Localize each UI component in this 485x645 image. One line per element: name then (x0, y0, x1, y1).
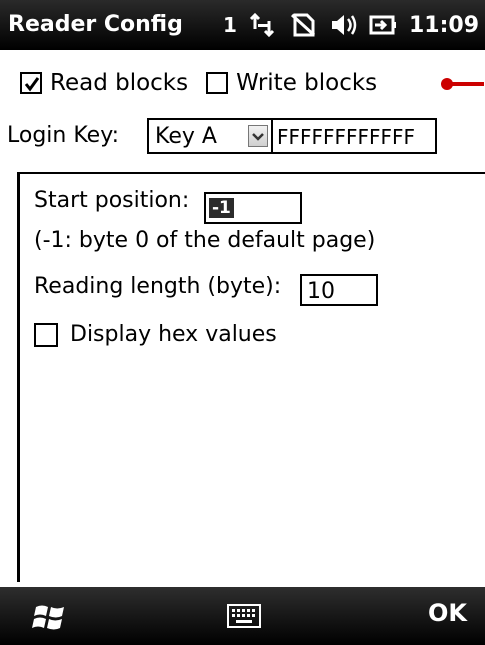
windows-start-icon[interactable] (30, 601, 70, 633)
display-hex-label[interactable]: Display hex values (70, 322, 277, 347)
chevron-down-icon[interactable] (248, 125, 268, 147)
signal-indicator: 1 (223, 13, 237, 37)
start-position-hint: (-1: byte 0 of the default page) (34, 228, 376, 253)
no-sim-icon[interactable] (289, 11, 317, 39)
keyboard-icon[interactable] (227, 604, 261, 628)
key-value-text: FFFFFFFFFFFF (277, 125, 416, 149)
speaker-icon[interactable] (329, 11, 357, 39)
reading-length-value: 10 (307, 279, 335, 304)
start-position-input[interactable]: -1 (204, 192, 302, 224)
key-type-value: Key A (155, 124, 217, 149)
display-hex-option: Display hex values (34, 322, 277, 347)
read-blocks-checkbox[interactable] (20, 72, 42, 94)
key-type-select[interactable]: Key A (147, 118, 273, 154)
app-title: Reader Config (8, 12, 183, 37)
ok-button[interactable]: OK (428, 599, 467, 627)
bottom-bar: OK (0, 587, 485, 645)
title-bar: Reader Config 1 11:09 (0, 0, 485, 50)
write-blocks-label[interactable]: Write blocks (236, 70, 377, 96)
settings-panel: Start position: -1 (-1: byte 0 of the de… (17, 172, 485, 582)
start-position-label: Start position: (34, 188, 190, 213)
clock[interactable]: 11:09 (409, 13, 479, 38)
reading-length-input[interactable]: 10 (300, 274, 378, 306)
login-key-label: Login Key: (7, 123, 120, 148)
data-sync-icon[interactable] (249, 11, 277, 39)
key-value-input[interactable]: FFFFFFFFFFFF (273, 118, 437, 154)
start-position-value: -1 (209, 198, 234, 218)
red-marker-icon (441, 78, 484, 90)
status-icons: 1 11:09 (223, 10, 479, 40)
battery-charging-icon[interactable] (369, 11, 397, 39)
read-blocks-label[interactable]: Read blocks (50, 70, 188, 96)
write-blocks-checkbox[interactable] (206, 72, 229, 94)
display-hex-checkbox[interactable] (34, 322, 58, 347)
block-mode-options: Read blocks Write blocks (20, 68, 377, 98)
reading-length-label: Reading length (byte): (34, 274, 282, 299)
